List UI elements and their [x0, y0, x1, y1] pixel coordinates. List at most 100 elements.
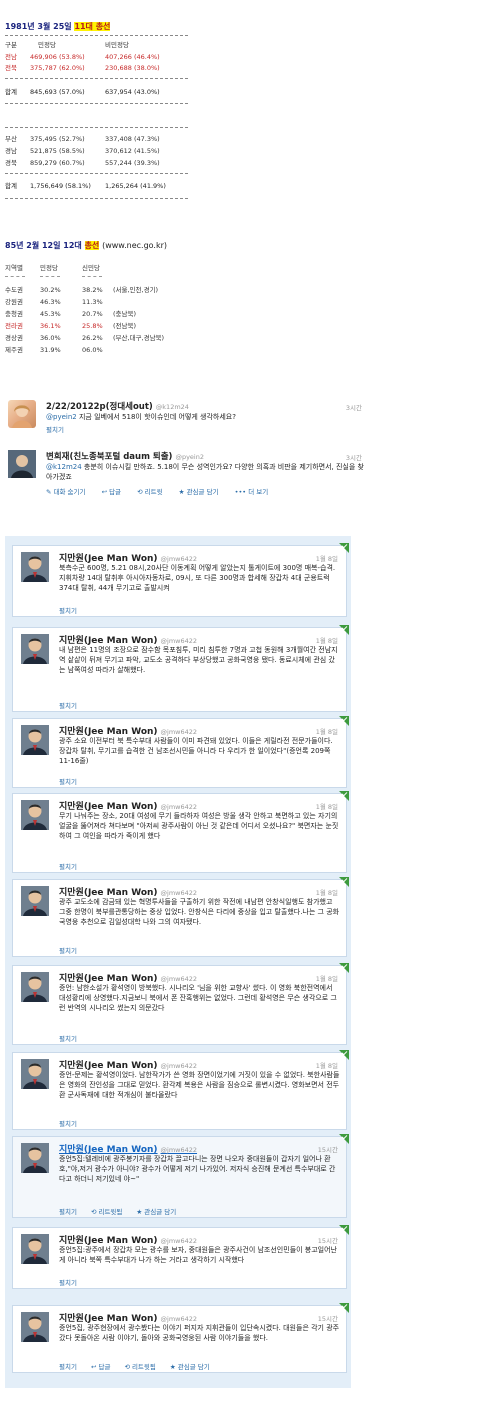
- tweet-text: 증언-문제는 황석영이었다. 남한작가가 쓴 영화 장면이었기에 거짓이 있을 …: [59, 1071, 340, 1099]
- tweet-actions: 펼치기: [59, 605, 91, 615]
- tweet-text: 증언: 남한소설가 황석영이 방북했다. 시나리오 '님을 위한 교향사' 썼다…: [59, 984, 337, 1012]
- tweet-card[interactable]: 지만원(Jee Man Won) @jmw6422 1월 8일 증언: 남한소설가…: [12, 963, 349, 1045]
- tweet-card[interactable]: 지만원(Jee Man Won) @jmw6422 1월 8일 광주 교도소에 감…: [12, 877, 349, 957]
- tweet-time[interactable]: 15시간: [318, 1235, 338, 1245]
- bookmark-icon: [339, 543, 349, 553]
- tweet-time[interactable]: 15시간: [318, 1144, 338, 1154]
- tweet-time[interactable]: 3시간: [346, 402, 362, 412]
- avatar[interactable]: [21, 972, 49, 1002]
- avatar[interactable]: [21, 552, 49, 582]
- divider: [5, 173, 188, 174]
- tweet-card[interactable]: 지만원(Jee Man Won) @jmw6422 1월 8일 북측수군 600명…: [12, 543, 349, 617]
- divider: [5, 103, 188, 104]
- tweet-time[interactable]: 1월 8일: [316, 553, 338, 563]
- tweet-text: 내 남편은 11명의 조장으로 잠수함 목포침투, 미리 침투한 7명과 고첩 …: [59, 646, 338, 674]
- favorite-link[interactable]: ★ 관심글 담기: [179, 488, 226, 496]
- tweet-time[interactable]: 1월 8일: [316, 726, 338, 736]
- tweet-time[interactable]: 1월 8일: [316, 973, 338, 983]
- avatar[interactable]: [21, 1312, 49, 1342]
- tweet-text: 광주 교도소에 감금돼 있는 혁명투사들을 구출하기 위한 작전에 내남편 안창…: [59, 898, 340, 926]
- bookmark-icon: [339, 963, 349, 973]
- avatar[interactable]: [21, 1059, 49, 1089]
- election-1985-title: 85년 2월 12일 12대 총선 (www.nec.go.kr): [5, 241, 168, 250]
- avatar[interactable]: [21, 1143, 49, 1173]
- tweet-time[interactable]: 15시간: [318, 1313, 338, 1323]
- tweet-card[interactable]: 지만원(Jee Man Won) @jmw6422 1월 8일 증언-문제는 황석…: [12, 1050, 349, 1130]
- mention-link[interactable]: @pyein2: [46, 413, 77, 421]
- tweet-time[interactable]: 3시간: [346, 452, 362, 462]
- tweet[interactable]: 변희재(친노종북포털 daum 퇴출) @pyein2 3시간 @k12m24 충…: [8, 450, 368, 502]
- tweet-time[interactable]: 1월 8일: [316, 801, 338, 811]
- avatar[interactable]: [21, 800, 49, 830]
- tweet-actions: 펼치기: [59, 861, 91, 871]
- expand-link[interactable]: 펼치기: [59, 1363, 84, 1371]
- tweet-author[interactable]: 2/22/20122p(정대세out) @k12m24: [46, 400, 189, 412]
- mention-link[interactable]: @k12m24: [46, 463, 82, 471]
- bookmark-icon: [339, 877, 349, 887]
- tweet-time[interactable]: 1월 8일: [316, 1060, 338, 1070]
- bookmark-icon: [339, 791, 349, 801]
- expand-link[interactable]: 펼치기: [59, 1279, 84, 1287]
- tweet-card[interactable]: 지만원(Jee Man Won) @jmw6422 1월 8일 무기 나눠주는 장…: [12, 791, 349, 873]
- tweet-card[interactable]: 지만원(Jee Man Won) @jmw6422 15시간 증언5집:광주에서 …: [12, 1225, 349, 1289]
- tweet-time[interactable]: 1월 8일: [316, 635, 338, 645]
- tweet-text: 증언5집:텔레비에 광주봉기자를 장갑차 끌고다니는 장면 나오자 중대원들이 …: [59, 1155, 336, 1183]
- expand-link[interactable]: 펼치기: [59, 863, 84, 871]
- avatar[interactable]: [8, 400, 36, 428]
- tweet-actions: 펼치기: [59, 700, 91, 710]
- favorite-link[interactable]: ★ 관심글 담기: [136, 1208, 183, 1216]
- tweet-actions: 펼치기: [59, 776, 91, 786]
- expand-link[interactable]: 펼치기: [59, 778, 84, 786]
- tweet[interactable]: 2/22/20122p(정대세out) @k12m24 3시간 @pyein2 지…: [8, 400, 368, 436]
- avatar[interactable]: [8, 450, 36, 478]
- tweet-text: 광주 소요 이전부터 북 특수부대 사람들이 이미 파견돼 있었다. 이들은 게…: [59, 737, 333, 765]
- tweet-text: 북측수군 600명, 5.21 08시,20사단 이동계획 어떻게 알았는지 톨…: [59, 564, 336, 592]
- tweet-card[interactable]: 지만원(Jee Man Won) @jmw6422 15시간 증언5집, 광주현장…: [12, 1303, 349, 1373]
- reply-link[interactable]: ↩ 답글: [102, 488, 128, 496]
- tweet-text: 무기 나눠주는 장소, 20대 여성에 무기 들라하자 여성은 방울 생각 안하…: [59, 812, 339, 840]
- divider: [40, 276, 60, 277]
- tweet-actions: ✎ 대화 숨기기 ↩ 답글 ⟲ 리트윗 ★ 관심글 담기 ••• 더 보기: [46, 486, 282, 496]
- divider: [5, 35, 188, 36]
- tweet-actions: 펼치기: [46, 424, 71, 434]
- bookmark-icon: [339, 1225, 349, 1235]
- divider: [5, 78, 188, 79]
- divider: [82, 276, 102, 277]
- divider: [5, 276, 25, 277]
- expand-link[interactable]: 펼치기: [59, 607, 84, 615]
- tweet-author[interactable]: 변희재(친노종북포털 daum 퇴출) @pyein2: [46, 450, 204, 462]
- expand-link[interactable]: 펼치기: [59, 702, 84, 710]
- tweet-text: @pyein2 지금 일베에서 518이 핫이슈인데 어떻게 생각하세요?: [46, 413, 236, 421]
- tweet-card[interactable]: 지만원(Jee Man Won) @jmw6422 1월 8일 내 남편은 11명…: [12, 625, 349, 712]
- more-link[interactable]: ••• 더 보기: [235, 488, 276, 496]
- divider: [5, 198, 188, 199]
- tweet-card[interactable]: 지만원(Jee Man Won) @jmw6422 15시간 증언5집:텔레비에 …: [12, 1134, 349, 1218]
- avatar[interactable]: [21, 725, 49, 755]
- tweet-actions: 펼치기: [59, 945, 91, 955]
- tweet-actions: 펼치기 ↩ 답글 ⟲ 리트윗됨 ★ 관심글 담기: [59, 1361, 224, 1371]
- bookmark-icon: [339, 1134, 349, 1144]
- avatar[interactable]: [21, 634, 49, 664]
- favorite-link[interactable]: ★ 관심글 담기: [170, 1363, 217, 1371]
- bookmark-icon: [339, 625, 349, 635]
- retweeted-link[interactable]: ⟲ 리트윗됨: [91, 1208, 129, 1216]
- retweeted-link[interactable]: ⟲ 리트윗됨: [124, 1363, 162, 1371]
- hide-conversation-link[interactable]: ✎ 대화 숨기기: [46, 488, 92, 496]
- expand-link[interactable]: 펼치기: [46, 426, 64, 434]
- tweet-text: 증언5집:광주에서 장갑차 모는 광수를 보자, 중대원들은 광주사건이 남조선…: [59, 1246, 337, 1264]
- expand-link[interactable]: 펼치기: [59, 1120, 84, 1128]
- tweet-card[interactable]: 지만원(Jee Man Won) @jmw6422 1월 8일 광주 소요 이전부…: [12, 716, 349, 788]
- reply-link[interactable]: ↩ 답글: [91, 1363, 117, 1371]
- retweet-link[interactable]: ⟲ 리트윗: [137, 488, 169, 496]
- tweet-time[interactable]: 1월 8일: [316, 887, 338, 897]
- avatar[interactable]: [21, 1234, 49, 1264]
- expand-link[interactable]: 펼치기: [59, 1208, 84, 1216]
- tweet-actions: 펼치기: [59, 1033, 91, 1043]
- expand-link[interactable]: 펼치기: [59, 1035, 84, 1043]
- tweet-text: @k12m24 충분히 이슈시킬 만하죠. 5.18이 무슨 성역인가요? 다양…: [46, 463, 364, 481]
- divider: [5, 127, 188, 128]
- tweet-actions: 펼치기 ⟲ 리트윗됨 ★ 관심글 담기: [59, 1206, 190, 1216]
- expand-link[interactable]: 펼치기: [59, 947, 84, 955]
- bookmark-icon: [339, 1050, 349, 1060]
- avatar[interactable]: [21, 886, 49, 916]
